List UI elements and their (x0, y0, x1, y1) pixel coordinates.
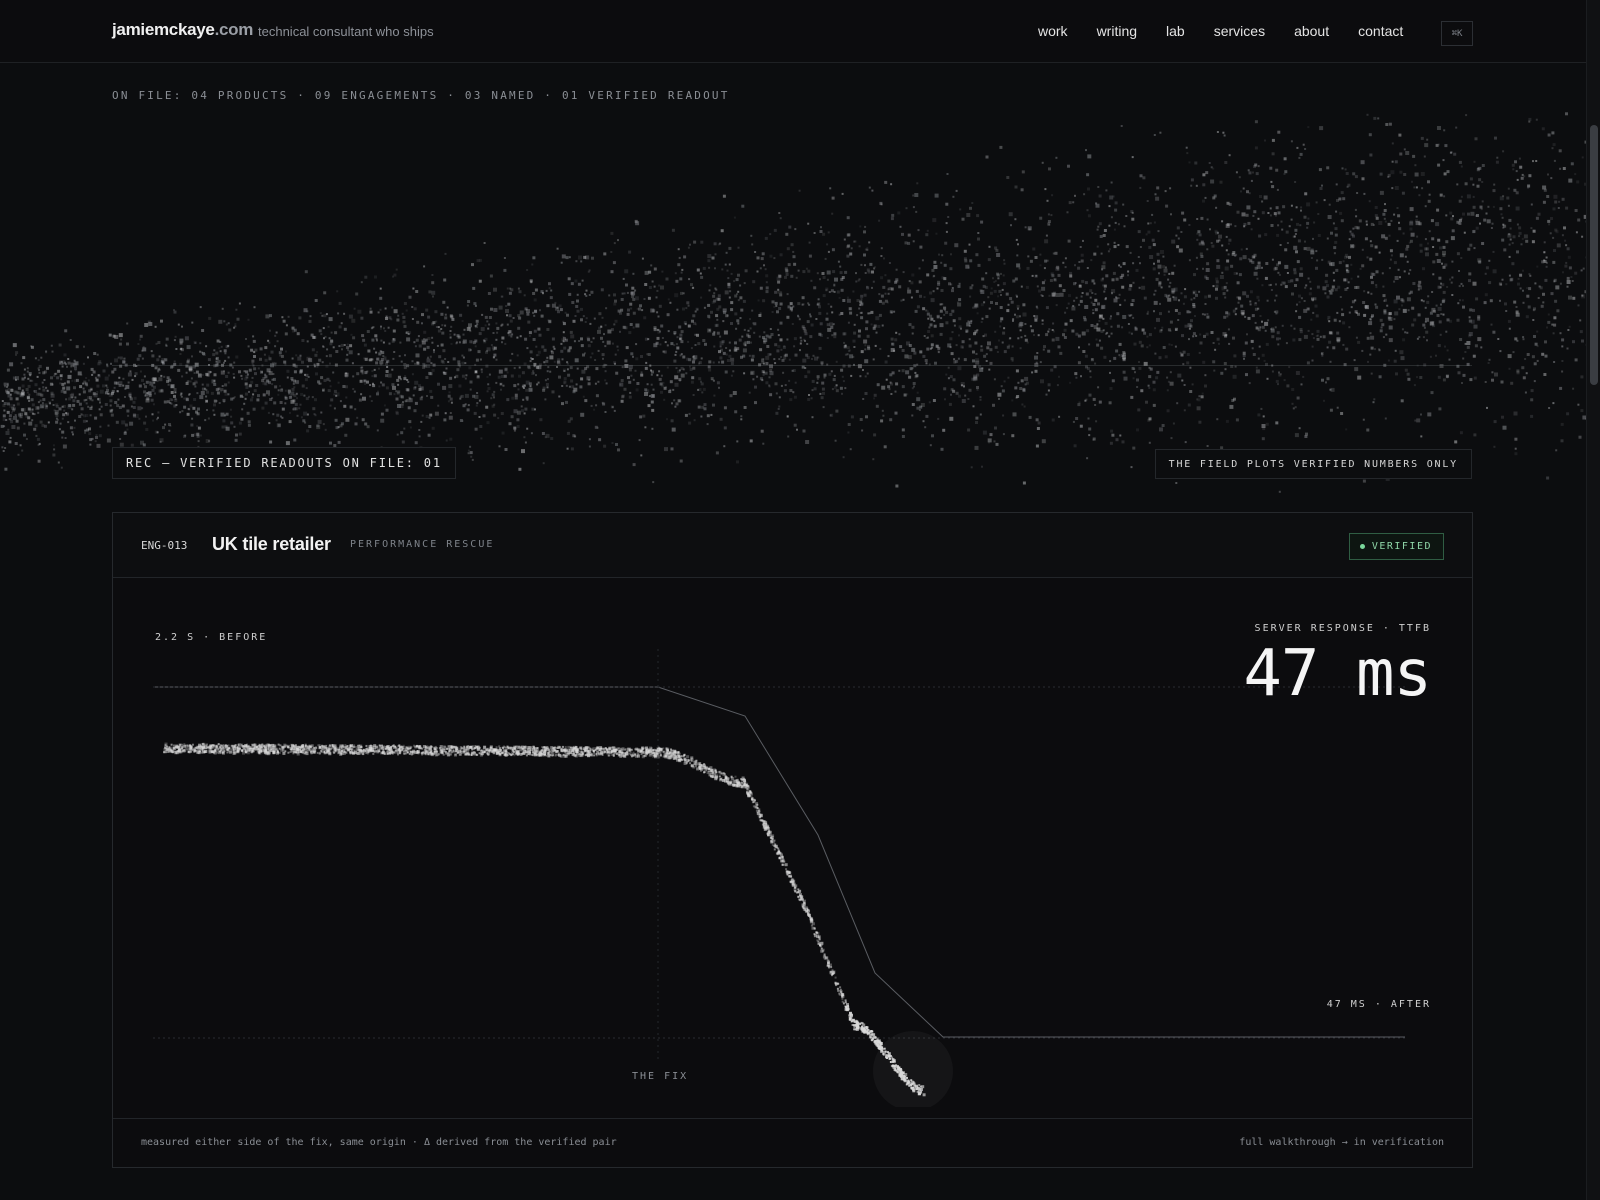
page: jamiemckaye.com technical consultant who… (0, 0, 1600, 1200)
client-name: UK tile retailer (212, 534, 331, 554)
engagement-type: PERFORMANCE RESCUE (350, 539, 495, 550)
card-footer: measured either side of the fix, same or… (113, 1118, 1472, 1167)
brand-tld[interactable]: .com (215, 20, 254, 39)
nav-link-services[interactable]: services (1214, 23, 1265, 39)
rec-label: REC — VERIFIED READOUTS ON FILE: 01 (112, 447, 456, 479)
scrollbar-thumb[interactable] (1590, 125, 1598, 385)
endpoint-glow (873, 1031, 953, 1107)
verified-badge-label: VERIFIED (1371, 541, 1432, 552)
metric-label: SERVER RESPONSE · TTFB (1254, 623, 1431, 634)
nav-link-work[interactable]: work (1038, 23, 1068, 39)
nav-link-writing[interactable]: writing (1097, 23, 1137, 39)
horizon-divider (112, 365, 1472, 366)
fix-label: THE FIX (632, 1071, 689, 1082)
nav-link-contact[interactable]: contact (1358, 23, 1403, 39)
measurement-note: measured either side of the fix, same or… (141, 1137, 617, 1148)
stats-line: ON FILE: 04 PRODUCTS · 09 ENGAGEMENTS · … (112, 89, 730, 102)
engagement-id: ENG-013 (141, 539, 188, 552)
after-label: 47 MS · AFTER (1326, 999, 1431, 1010)
nav-link-lab[interactable]: lab (1166, 23, 1185, 39)
card-header: ENG-013 UK tile retailer PERFORMANCE RES… (113, 513, 1472, 578)
field-note: THE FIELD PLOTS VERIFIED NUMBERS ONLY (1154, 449, 1472, 479)
brand-logo[interactable]: jamiemckaye.com (112, 20, 253, 40)
brand-tagline: technical consultant who ships (258, 24, 434, 39)
main-nav: work writing lab services about contact (1038, 23, 1432, 39)
particle-cloud (0, 112, 1586, 493)
page-scrollbar[interactable] (1586, 0, 1600, 1200)
verified-badge: VERIFIED (1348, 533, 1444, 560)
status-dot-icon (1359, 544, 1365, 549)
readout-card: ENG-013 UK tile retailer PERFORMANCE RES… (112, 512, 1473, 1168)
site-header: jamiemckaye.com technical consultant who… (0, 0, 1586, 63)
nav-link-about[interactable]: about (1294, 23, 1329, 39)
metric-value: 47 ms (1243, 637, 1432, 711)
readout-trace (163, 742, 926, 1097)
command-palette-button[interactable]: ⌘K (1441, 21, 1473, 46)
reference-trace-line (153, 686, 1405, 1038)
brand-name[interactable]: jamiemckaye (112, 20, 215, 39)
before-label: 2.2 S · BEFORE (155, 632, 268, 643)
walkthrough-link[interactable]: full walkthrough → in verification (1239, 1137, 1444, 1148)
